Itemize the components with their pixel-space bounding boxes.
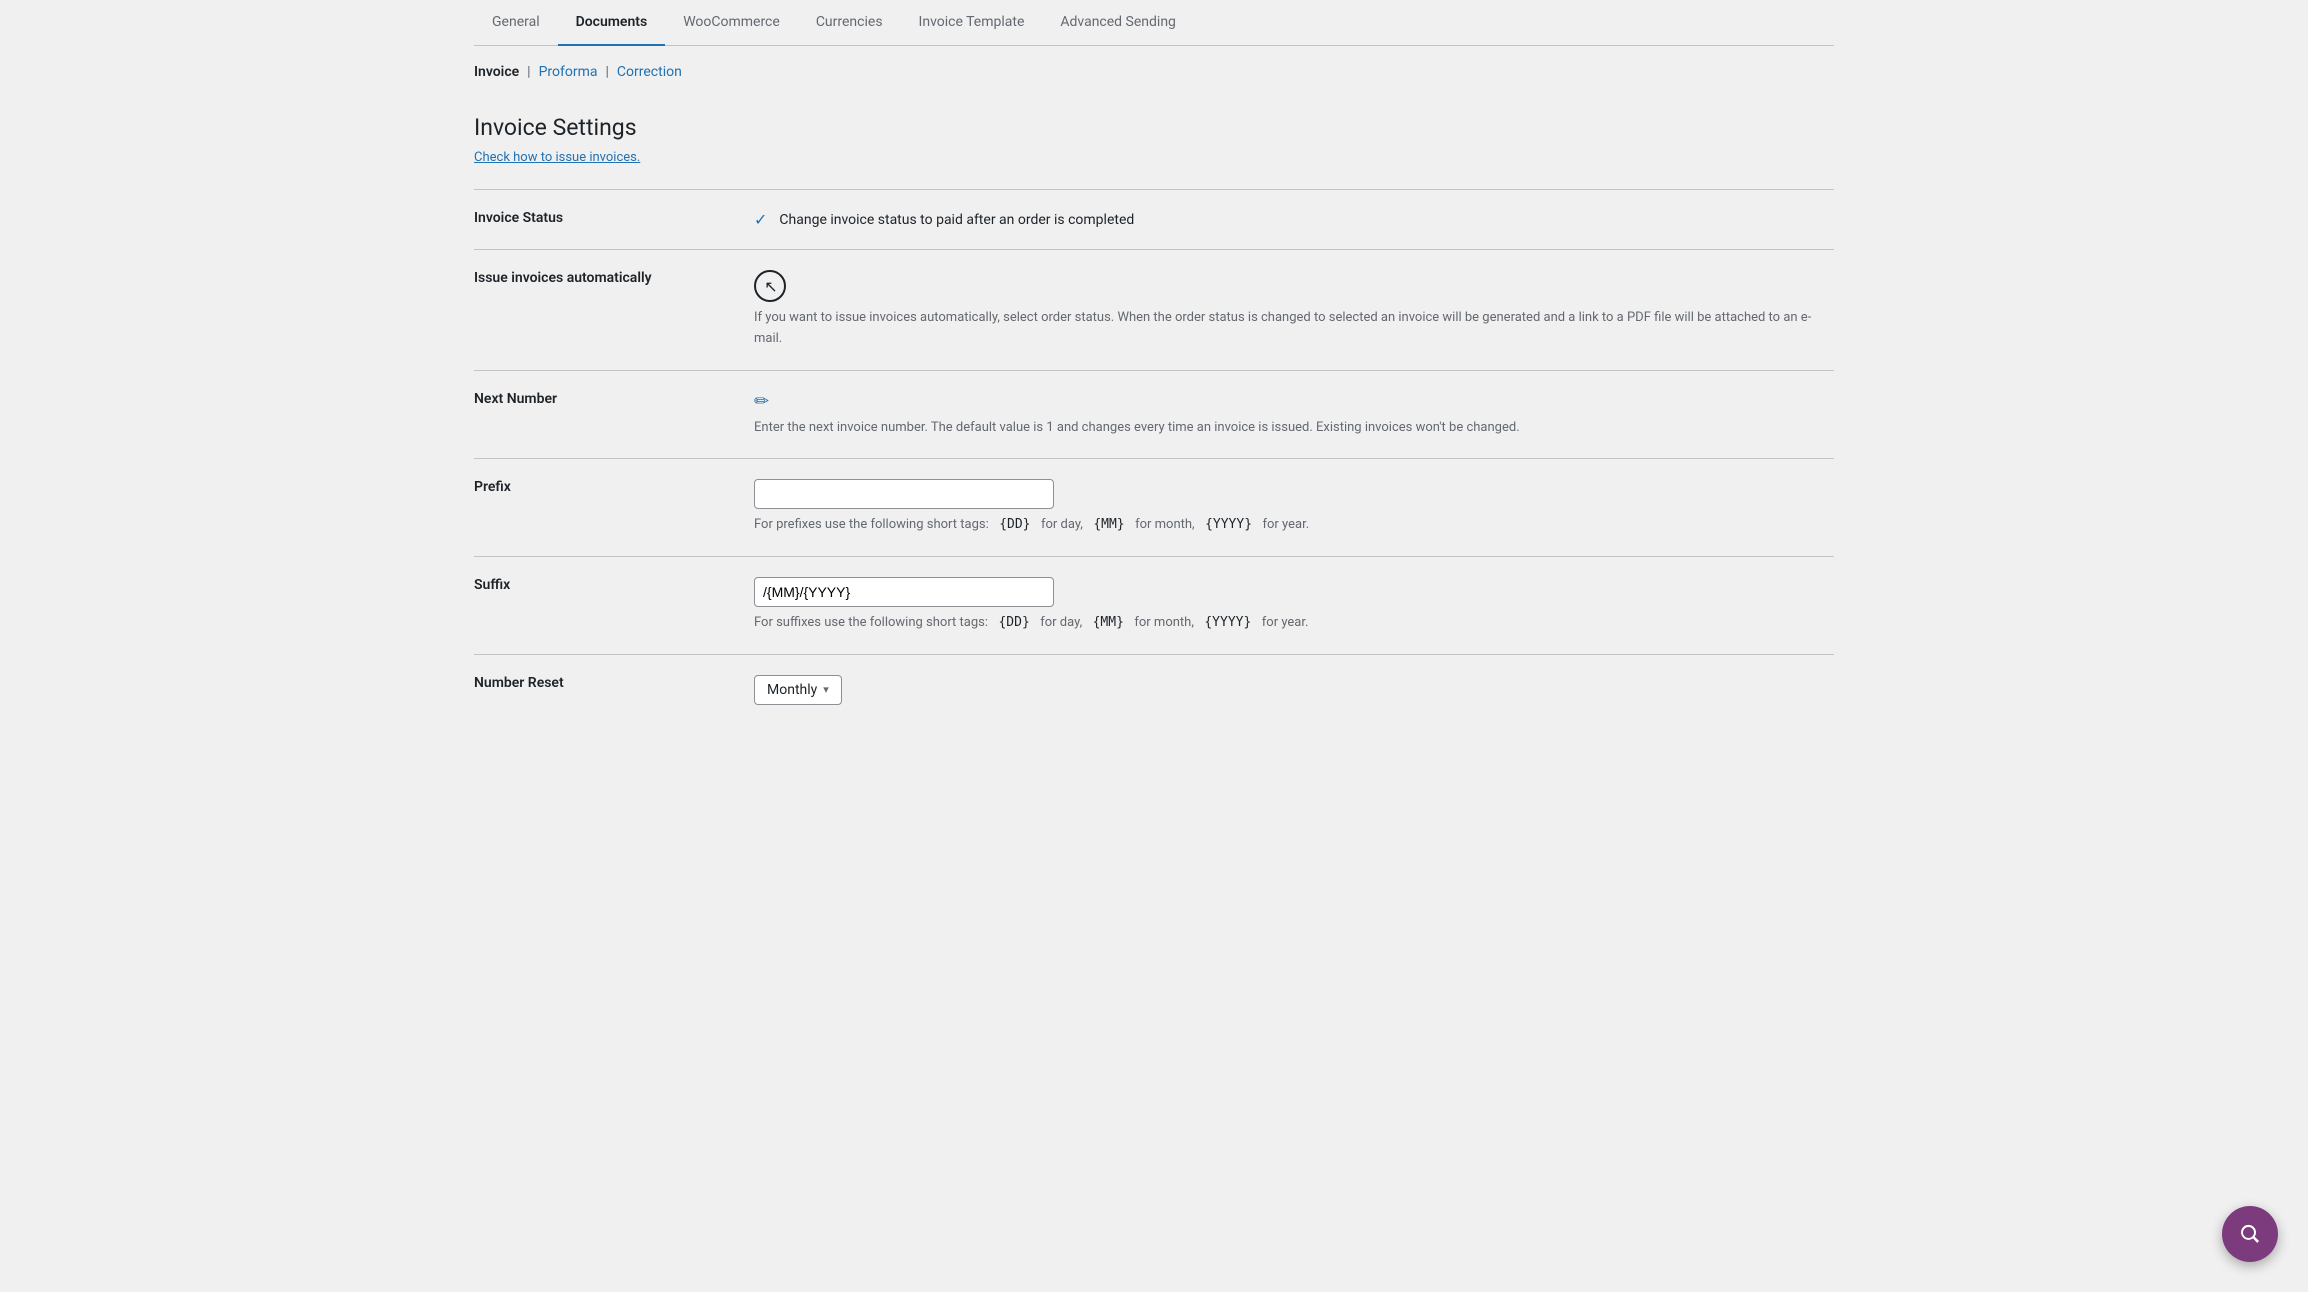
prefix-row: Prefix For prefixes use the following sh… (474, 459, 1834, 557)
invoice-status-checkbox-label: Change invoice status to paid after an o… (779, 212, 1134, 228)
sub-nav: Invoice | Proforma | Correction (474, 46, 1834, 90)
next-number-control: ✏ Enter the next invoice number. The def… (754, 370, 1834, 459)
suffix-row: Suffix For suffixes use the following sh… (474, 557, 1834, 655)
number-reset-dropdown[interactable]: Monthly ▾ (754, 675, 842, 705)
next-number-row: Next Number ✏ Enter the next invoice num… (474, 370, 1834, 459)
invoice-status-row: Invoice Status ✓ Change invoice status t… (474, 190, 1834, 250)
tab-documents[interactable]: Documents (558, 0, 666, 46)
suffix-input[interactable] (754, 577, 1054, 607)
prefix-label: Prefix (474, 459, 754, 557)
suffix-label: Suffix (474, 557, 754, 655)
floating-search-button[interactable] (2222, 1206, 2278, 1262)
chevron-down-icon: ▾ (823, 683, 829, 696)
tab-advanced-sending[interactable]: Advanced Sending (1042, 0, 1194, 46)
prefix-control: For prefixes use the following short tag… (754, 459, 1834, 557)
suffix-tag-dd: {DD} (994, 614, 1033, 631)
cursor-icon: ↖ (764, 277, 777, 296)
number-reset-control: Monthly ▾ (754, 654, 1834, 725)
tab-woocommerce[interactable]: WooCommerce (665, 0, 798, 46)
main-nav: General Documents WooCommerce Currencies… (474, 0, 1834, 46)
next-number-label: Next Number (474, 370, 754, 459)
issue-automatically-toggle[interactable]: ↖ (754, 270, 786, 302)
page-title: Invoice Settings (474, 114, 1834, 141)
suffix-tag-yyyy: {YYYY} (1200, 614, 1255, 631)
suffix-tag-mm: {MM} (1089, 614, 1128, 631)
settings-table: Invoice Status ✓ Change invoice status t… (474, 189, 1834, 725)
subnav-invoice[interactable]: Invoice (474, 64, 519, 80)
next-number-input-row: ✏ (754, 391, 1834, 412)
tab-general[interactable]: General (474, 0, 558, 46)
subnav-proforma[interactable]: Proforma (539, 64, 598, 80)
prefix-tag-yyyy: {YYYY} (1201, 516, 1256, 533)
edit-icon[interactable]: ✏ (754, 391, 769, 412)
tab-currencies[interactable]: Currencies (798, 0, 901, 46)
prefix-desc: For prefixes use the following short tag… (754, 515, 1834, 536)
issue-automatically-control: ↖ If you want to issue invoices automati… (754, 250, 1834, 371)
prefix-tag-dd: {DD} (995, 516, 1034, 533)
number-reset-row: Number Reset Monthly ▾ (474, 654, 1834, 725)
suffix-desc: For suffixes use the following short tag… (754, 613, 1834, 634)
invoice-status-checkbox-row: ✓ Change invoice status to paid after an… (754, 210, 1834, 229)
search-icon (2238, 1222, 2262, 1246)
sub-nav-sep-1: | (527, 64, 530, 80)
content-area: Invoice Settings Check how to issue invo… (474, 90, 1834, 749)
number-reset-label: Number Reset (474, 654, 754, 725)
invoice-status-label: Invoice Status (474, 190, 754, 250)
help-link[interactable]: Check how to issue invoices. (474, 150, 640, 165)
prefix-input[interactable] (754, 479, 1054, 509)
next-number-desc: Enter the next invoice number. The defau… (754, 418, 1834, 439)
issue-automatically-label: Issue invoices automatically (474, 250, 754, 371)
suffix-control: For suffixes use the following short tag… (754, 557, 1834, 655)
checkmark-icon: ✓ (754, 210, 767, 229)
sub-nav-sep-2: | (606, 64, 609, 80)
tab-invoice-template[interactable]: Invoice Template (901, 0, 1043, 46)
number-reset-value: Monthly (767, 682, 817, 698)
invoice-status-control: ✓ Change invoice status to paid after an… (754, 190, 1834, 250)
subnav-correction[interactable]: Correction (617, 64, 682, 80)
prefix-tag-mm: {MM} (1089, 516, 1128, 533)
issue-automatically-desc: If you want to issue invoices automatica… (754, 308, 1834, 350)
issue-automatically-row: Issue invoices automatically ↖ If you wa… (474, 250, 1834, 371)
